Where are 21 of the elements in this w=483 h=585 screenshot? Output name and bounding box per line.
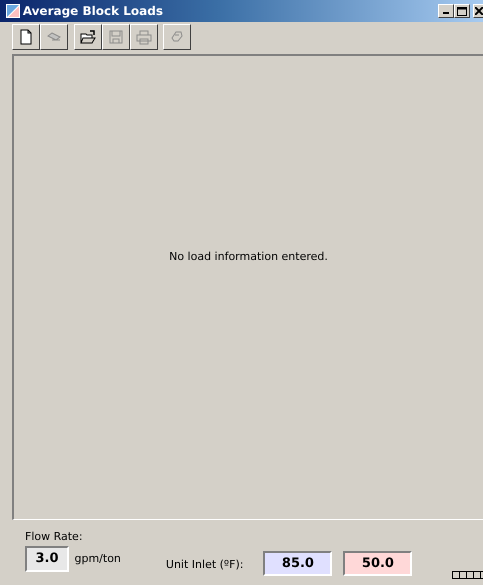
temperature-field[interactable]: 85.0 <box>263 551 332 576</box>
temperature-field[interactable]: 50.0 <box>343 551 412 576</box>
flow-rate-field[interactable]: 3.0 <box>25 546 69 572</box>
window-icon <box>6 4 20 18</box>
empty-message: No load information entered. <box>169 249 328 266</box>
printer-icon <box>136 29 152 45</box>
minimize-button[interactable] <box>438 4 454 18</box>
new-button[interactable] <box>12 24 40 50</box>
window-title: Average Block Loads <box>22 3 163 20</box>
segment-indicator-icon <box>452 571 483 579</box>
floppy-icon <box>108 29 124 45</box>
maximize-icon <box>457 6 468 16</box>
close-icon <box>474 7 482 15</box>
folder-icon <box>80 29 96 45</box>
document-icon <box>18 29 34 45</box>
flow-rate-label: Flow Rate: <box>25 530 84 544</box>
unit-label: gpm/ton <box>74 550 121 567</box>
unit-inlet-label: Unit Inlet (ºF): <box>166 557 244 573</box>
maximize-button[interactable] <box>454 4 470 18</box>
open-button[interactable] <box>74 24 102 50</box>
close-button[interactable] <box>473 4 483 18</box>
